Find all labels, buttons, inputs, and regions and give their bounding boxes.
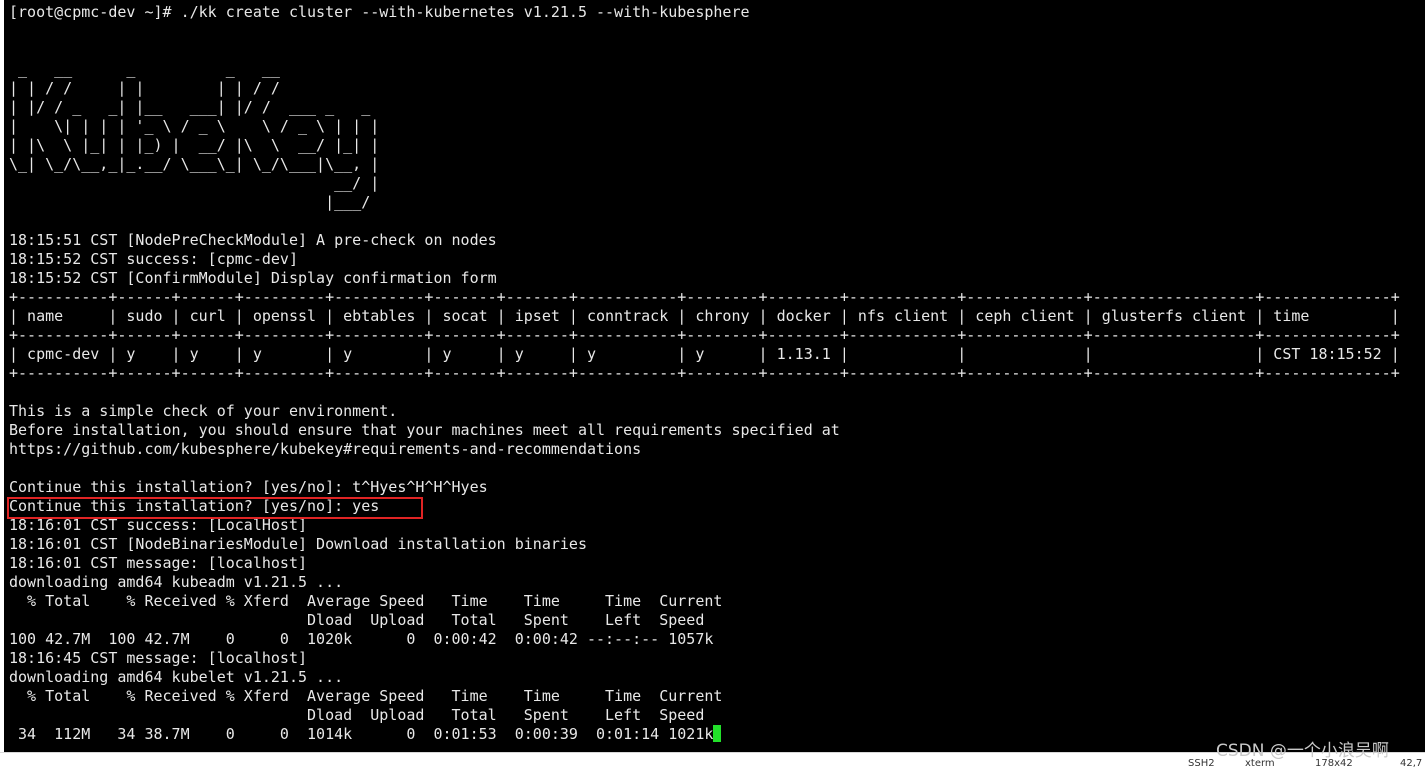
terminal-line: | name | sudo | curl | openssl | ebtable… <box>9 307 1400 325</box>
terminal-line: | |/ / _ _| |__ ___| |/ / ___ _ _ <box>9 98 371 116</box>
terminal-output: [root@cpmc-dev ~]# ./kk create cluster -… <box>9 3 1400 744</box>
terminal-line: downloading amd64 kubeadm v1.21.5 ... <box>9 573 344 591</box>
status-bar: SSH2 xterm 178x42 42,7 <box>0 752 1425 767</box>
terminal-line: +----------+------+------+---------+----… <box>9 326 1400 344</box>
terminal-line: 18:15:52 CST success: [cpmc-dev] <box>9 250 298 268</box>
terminal-line: | | / / | | | | / / <box>9 79 280 97</box>
terminal-line: Dload Upload Total Spent Left Speed <box>9 706 705 724</box>
terminal-line: https://github.com/kubesphere/kubekey#re… <box>9 440 642 458</box>
terminal-line: 100 42.7M 100 42.7M 0 0 1020k 0 0:00:42 … <box>9 630 714 648</box>
terminal-line: 18:16:01 CST success: [LocalHost] <box>9 516 308 534</box>
terminal-cursor <box>713 725 722 742</box>
terminal-line: | |\ \ |_| | |_) | __/ |\ \ __/ |_| | <box>9 136 380 154</box>
terminal-line: __/ | <box>9 174 380 192</box>
terminal-line: +----------+------+------+---------+----… <box>9 288 1400 306</box>
terminal-line: _ __ _ _ __ <box>9 60 280 78</box>
terminal-line: +----------+------+------+---------+----… <box>9 364 1400 382</box>
terminal-window[interactable]: [root@cpmc-dev ~]# ./kk create cluster -… <box>4 0 1425 752</box>
terminal-line: | cpmc-dev | y | y | y | y | y | y | y |… <box>9 345 1400 363</box>
terminal-line: % Total % Received % Xferd Average Speed… <box>9 687 723 705</box>
terminal-line: Continue this installation? [yes/no]: t^… <box>9 478 488 496</box>
terminal-line: Continue this installation? [yes/no]: ye… <box>9 497 380 515</box>
terminal-line: | \| | | | '_ \ / _ \ \ / _ \ | | | <box>9 117 380 135</box>
status-cursor-pos: 42,7 <box>1400 758 1423 767</box>
terminal-line: |___/ <box>9 193 371 211</box>
screen: [root@cpmc-dev ~]# ./kk create cluster -… <box>0 0 1425 767</box>
terminal-line: Dload Upload Total Spent Left Speed <box>9 611 705 629</box>
status-protocol: SSH2 <box>1188 758 1215 767</box>
terminal-line: This is a simple check of your environme… <box>9 402 398 420</box>
terminal-line: 18:15:52 CST [ConfirmModule] Display con… <box>9 269 497 287</box>
csdn-watermark: CSDN @一个小浪吴啊 <box>1216 741 1389 761</box>
terminal-line: % Total % Received % Xferd Average Speed… <box>9 592 723 610</box>
terminal-line: downloading amd64 kubelet v1.21.5 ... <box>9 668 344 686</box>
terminal-line: 18:16:45 CST message: [localhost] <box>9 649 308 667</box>
terminal-line: [root@cpmc-dev ~]# ./kk create cluster -… <box>9 3 750 21</box>
terminal-line: 18:16:01 CST [NodeBinariesModule] Downlo… <box>9 535 587 553</box>
terminal-line: 34 112M 34 38.7M 0 0 1014k 0 0:01:53 0:0… <box>9 725 1400 744</box>
terminal-line: \_| \_/\__,_|_.__/ \___\_| \_/\___|\__, … <box>9 155 380 173</box>
terminal-line: Before installation, you should ensure t… <box>9 421 840 439</box>
terminal-line: 18:15:51 CST [NodePreCheckModule] A pre-… <box>9 231 497 249</box>
terminal-line: 18:16:01 CST message: [localhost] <box>9 554 308 572</box>
